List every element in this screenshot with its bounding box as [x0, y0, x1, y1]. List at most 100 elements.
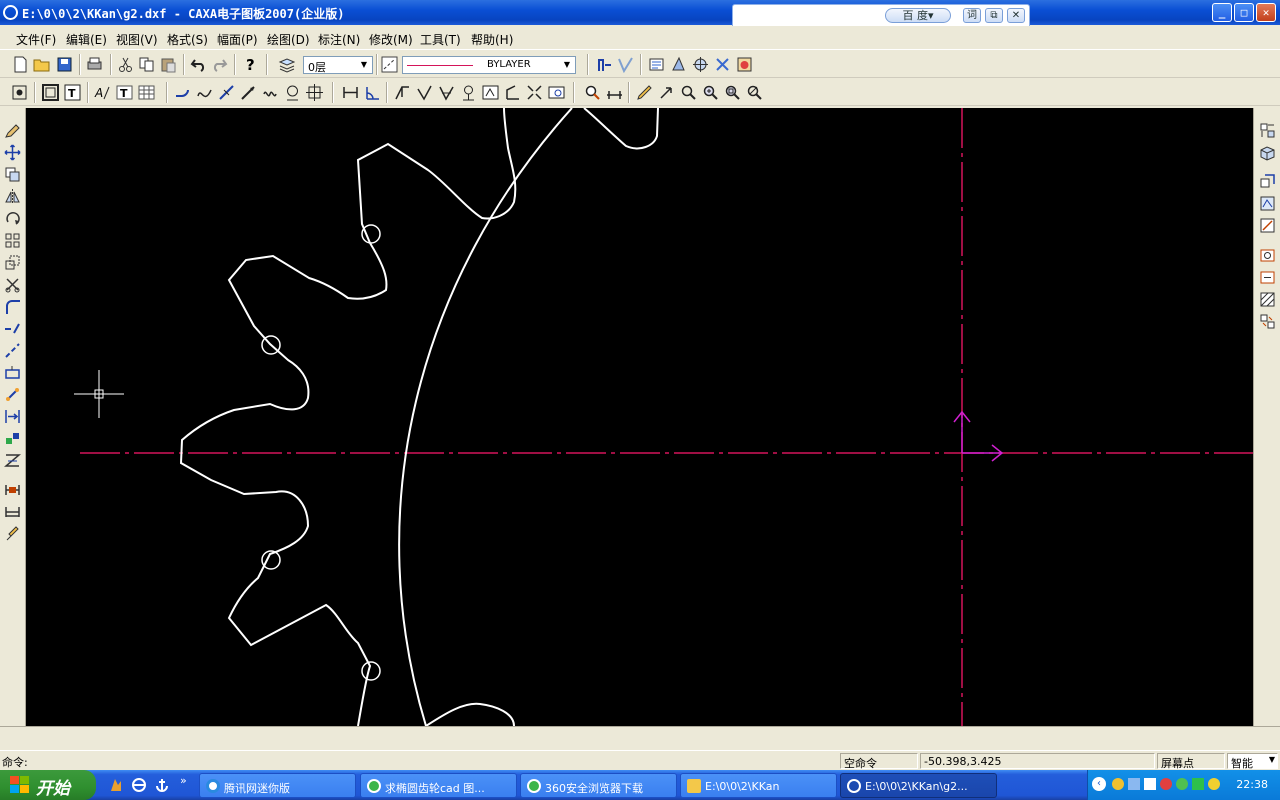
- hatch-edit-icon[interactable]: [4, 452, 21, 469]
- rotate-icon[interactable]: [4, 210, 21, 227]
- stretch-icon[interactable]: [4, 364, 21, 381]
- task-caxa-active[interactable]: E:\0\0\2\KKan\g2...: [840, 773, 997, 798]
- baidu-close-button[interactable]: ✕: [1007, 8, 1025, 23]
- menu-tools[interactable]: 工具(T): [420, 31, 461, 48]
- copy-icon[interactable]: [138, 56, 155, 73]
- zoom-window-icon[interactable]: [702, 84, 719, 101]
- zoom-dynamic-icon[interactable]: [680, 84, 697, 101]
- save-icon[interactable]: [56, 56, 73, 73]
- align-icon[interactable]: [4, 408, 21, 425]
- dim-edit-icon[interactable]: [4, 481, 21, 498]
- menu-edit[interactable]: 编辑(E): [66, 31, 107, 48]
- zoom-all-icon[interactable]: [724, 84, 741, 101]
- format-brush-icon[interactable]: [4, 525, 21, 542]
- tray-expand-icon[interactable]: ‹: [1092, 777, 1106, 791]
- array-icon[interactable]: [4, 232, 21, 249]
- print-icon[interactable]: [86, 56, 103, 73]
- tray-network-icon[interactable]: [1128, 778, 1140, 790]
- menu-file[interactable]: 文件(F): [16, 31, 56, 48]
- linetype-dropdown[interactable]: BYLAYER ▼: [402, 56, 576, 74]
- help-icon[interactable]: ?: [242, 56, 259, 73]
- menu-modify[interactable]: 修改(M): [369, 31, 413, 48]
- new-file-icon[interactable]: [12, 56, 29, 73]
- copy-move-icon[interactable]: [4, 166, 21, 183]
- frame-icon[interactable]: [42, 84, 59, 101]
- polyline-icon[interactable]: [174, 84, 191, 101]
- command-prompt[interactable]: 命令:: [2, 754, 28, 770]
- undo-icon[interactable]: [190, 56, 207, 73]
- snap-icon[interactable]: [596, 56, 613, 73]
- erase-icon[interactable]: [4, 122, 21, 139]
- menu-dimension[interactable]: 标注(N): [318, 31, 360, 48]
- partial-view-icon[interactable]: [548, 84, 565, 101]
- move-icon[interactable]: [4, 144, 21, 161]
- layer-manager-icon[interactable]: [278, 56, 295, 73]
- hatch-icon[interactable]: [284, 84, 301, 101]
- cut-icon[interactable]: [117, 56, 134, 73]
- view-manager-icon[interactable]: [1259, 122, 1276, 139]
- break-line-icon[interactable]: [4, 342, 21, 359]
- library-insert-icon[interactable]: [1259, 195, 1276, 212]
- section-icon[interactable]: [504, 84, 521, 101]
- redraw-icon[interactable]: [11, 84, 28, 101]
- minimize-button[interactable]: _: [1212, 3, 1232, 22]
- task-explorer-folder[interactable]: E:\0\0\2\KKan: [680, 773, 837, 798]
- 3d-view-icon[interactable]: [1259, 144, 1276, 161]
- menu-draw[interactable]: 绘图(D): [267, 31, 310, 48]
- menu-help[interactable]: 帮助(H): [471, 31, 513, 48]
- quicklaunch-anchor-icon[interactable]: [154, 777, 170, 793]
- search-icon[interactable]: [584, 84, 601, 101]
- center-line-icon[interactable]: [306, 84, 323, 101]
- tolerance-icon[interactable]: [482, 84, 499, 101]
- redo-icon[interactable]: [211, 56, 228, 73]
- dynamic-pan-icon[interactable]: [658, 84, 675, 101]
- menu-format[interactable]: 格式(S): [167, 31, 208, 48]
- linetype-icon[interactable]: [381, 56, 398, 73]
- snap-mode-dropdown[interactable]: 智能 ▼: [1227, 753, 1278, 770]
- object-properties-icon[interactable]: [648, 56, 665, 73]
- library-edit-icon[interactable]: [1259, 217, 1276, 234]
- part-library-icon[interactable]: [1259, 173, 1276, 190]
- part-number-icon[interactable]: [1259, 269, 1276, 286]
- ortho-icon[interactable]: [617, 56, 634, 73]
- datum-icon[interactable]: [438, 84, 455, 101]
- tray-signal-icon[interactable]: [1192, 778, 1204, 790]
- quicklaunch-app-icon[interactable]: [108, 777, 124, 793]
- tray-360-icon[interactable]: [1176, 778, 1188, 790]
- color-icon[interactable]: [736, 56, 753, 73]
- table-icon[interactable]: [138, 84, 155, 101]
- tray-volume-icon[interactable]: [1144, 778, 1156, 790]
- view-arrow-icon[interactable]: [526, 84, 543, 101]
- style-manager-icon[interactable]: [692, 56, 709, 73]
- fillet-icon[interactable]: [4, 298, 21, 315]
- paste-icon[interactable]: [160, 56, 177, 73]
- line-icon[interactable]: [240, 84, 257, 101]
- title-block-icon[interactable]: T: [64, 84, 81, 101]
- measure-icon[interactable]: [606, 84, 623, 101]
- spline-icon[interactable]: [196, 84, 213, 101]
- wave-line-icon[interactable]: [262, 84, 279, 101]
- detail-view-icon[interactable]: [1259, 291, 1276, 308]
- query-icon[interactable]: [670, 56, 687, 73]
- menu-sheet[interactable]: 幅面(P): [217, 31, 258, 48]
- angle-dimension-icon[interactable]: [364, 84, 381, 101]
- maximize-button[interactable]: □: [1234, 3, 1254, 22]
- bom-icon[interactable]: [1259, 247, 1276, 264]
- dim-style-icon[interactable]: [4, 503, 21, 520]
- attribute-icon[interactable]: [1259, 313, 1276, 330]
- trim-icon[interactable]: [4, 276, 21, 293]
- break-icon[interactable]: [218, 84, 235, 101]
- baidu-word-button[interactable]: 词: [963, 8, 981, 23]
- open-file-icon[interactable]: [33, 56, 50, 73]
- dimension-icon[interactable]: [342, 84, 359, 101]
- quicklaunch-ie-icon[interactable]: [131, 777, 147, 793]
- tray-ime-icon[interactable]: [1208, 778, 1220, 790]
- caxa-app-icon[interactable]: [3, 5, 18, 20]
- pencil-icon[interactable]: [636, 84, 653, 101]
- tray-qq-icon[interactable]: [1112, 778, 1124, 790]
- explode-icon[interactable]: [4, 386, 21, 403]
- block-icon[interactable]: [4, 430, 21, 447]
- start-button[interactable]: 开始: [0, 770, 96, 800]
- weld-icon[interactable]: [460, 84, 477, 101]
- scale-icon[interactable]: [4, 254, 21, 271]
